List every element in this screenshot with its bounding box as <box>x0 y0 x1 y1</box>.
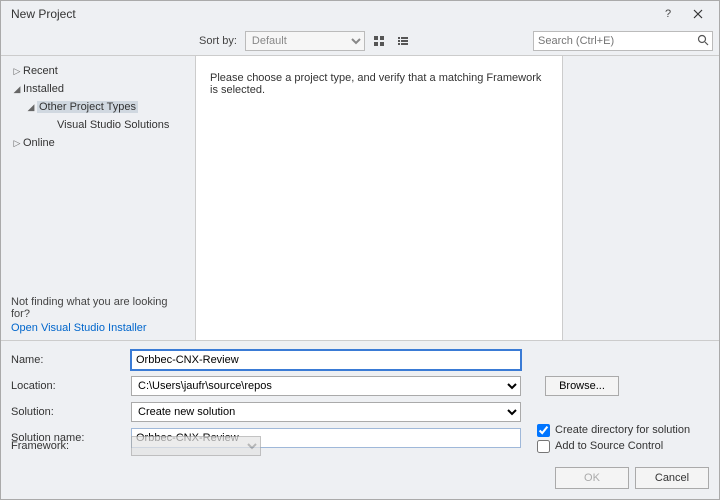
titlebar: New Project ? <box>1 1 719 27</box>
template-list: Please choose a project type, and verify… <box>195 56 563 340</box>
framework-dropdown <box>131 436 261 456</box>
view-list[interactable] <box>393 31 413 51</box>
chevron-down-icon: ◢ <box>25 102 37 113</box>
body: ▷Recent ◢Installed ◢Other Project Types … <box>1 55 719 340</box>
chevron-right-icon: ▷ <box>11 138 23 149</box>
open-installer-link[interactable]: Open Visual Studio Installer <box>11 320 185 334</box>
solution-label: Solution: <box>11 406 123 418</box>
help-button[interactable]: ? <box>653 3 683 25</box>
sort-label: Sort by: <box>199 35 237 47</box>
template-tree: ▷Recent ◢Installed ◢Other Project Types … <box>1 56 195 340</box>
tree-online[interactable]: ▷Online <box>5 134 191 152</box>
location-dropdown[interactable]: C:\Users\jaufr\source\repos <box>131 376 521 396</box>
ok-button[interactable]: OK <box>555 467 629 489</box>
details-pane <box>563 56 719 340</box>
chevron-down-icon: ◢ <box>11 84 23 95</box>
name-input[interactable] <box>131 350 521 370</box>
new-project-dialog: New Project ? Sort by: Default ▷Recent <box>0 0 720 500</box>
browse-button[interactable]: Browse... <box>545 376 619 396</box>
tree-vs-solutions[interactable]: Visual Studio Solutions <box>5 116 191 134</box>
empty-message: Please choose a project type, and verify… <box>210 72 548 96</box>
tree-installed[interactable]: ◢Installed <box>5 80 191 98</box>
toolbar: Sort by: Default <box>1 27 719 55</box>
not-finding-text: Not finding what you are looking for? <box>11 296 185 320</box>
tree-recent[interactable]: ▷Recent <box>5 62 191 80</box>
name-label: Name: <box>11 354 123 366</box>
cancel-button[interactable]: Cancel <box>635 467 709 489</box>
view-small-icons[interactable] <box>369 31 389 51</box>
sort-dropdown[interactable]: Default <box>245 31 365 51</box>
chevron-right-icon: ▷ <box>11 66 23 77</box>
close-button[interactable] <box>683 3 713 25</box>
dialog-title: New Project <box>11 7 653 21</box>
tree-other-project-types[interactable]: ◢Other Project Types <box>5 98 191 116</box>
form-area: Name: Location: C:\Users\jaufr\source\re… <box>1 340 719 499</box>
location-label: Location: <box>11 380 123 392</box>
framework-label: Framework: <box>11 440 123 452</box>
solution-dropdown[interactable]: Create new solution <box>131 402 521 422</box>
search-input[interactable] <box>533 31 713 51</box>
